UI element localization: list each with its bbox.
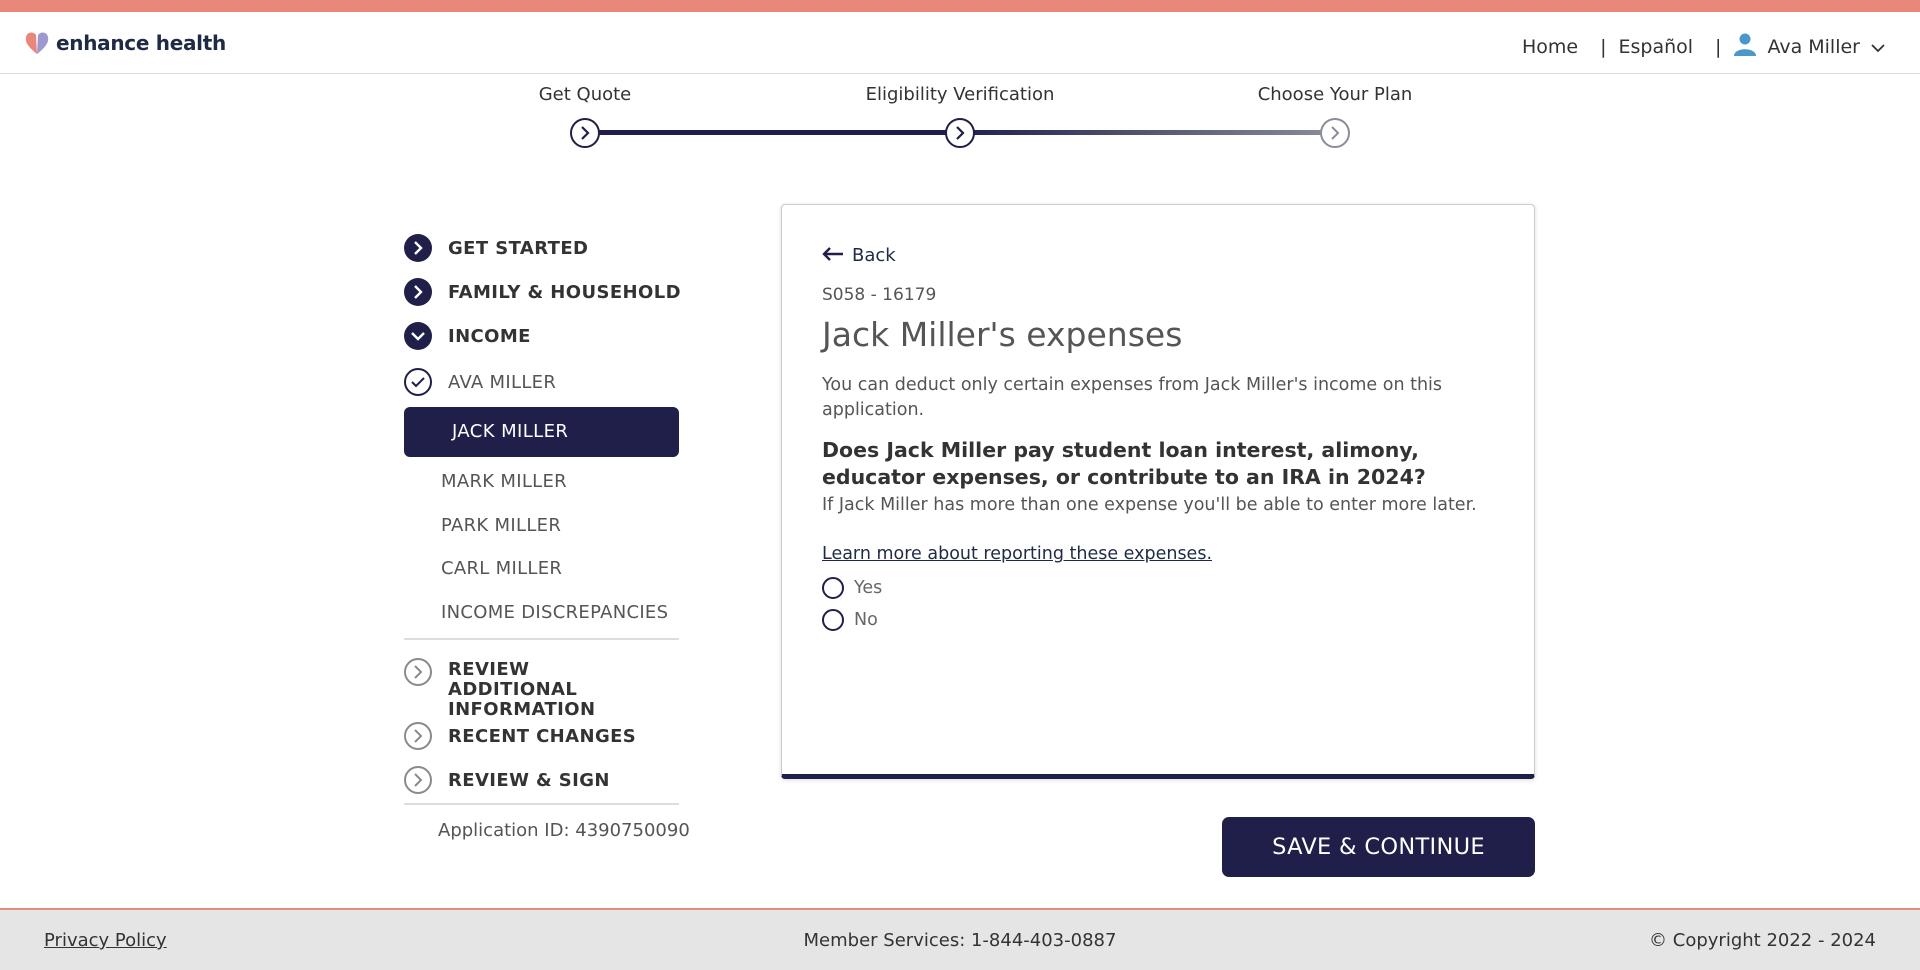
page-title: Jack Miller's expenses xyxy=(822,315,1183,354)
brand-name: enhance health xyxy=(56,31,226,55)
application-id: Application ID: 4390750090 xyxy=(438,820,690,841)
step-circle-eligibility[interactable] xyxy=(945,118,975,148)
chevron-down-icon xyxy=(404,322,432,350)
sidebar-item-label: REVIEW & SIGN xyxy=(448,769,610,791)
step-circle-get-quote[interactable] xyxy=(570,118,600,148)
heart-logo-icon xyxy=(24,30,52,56)
save-continue-button[interactable]: SAVE & CONTINUE xyxy=(1222,817,1535,877)
chevron-right-icon xyxy=(404,722,432,750)
step-label-eligibility: Eligibility Verification xyxy=(865,84,1055,105)
chevron-right-icon xyxy=(1331,126,1340,140)
chevron-right-icon xyxy=(581,126,590,140)
radio-no[interactable]: No xyxy=(822,609,878,631)
site-header: enhance health Home | Español | Ava Mill… xyxy=(0,12,1920,74)
nav-separator: | xyxy=(1600,35,1607,58)
radio-yes-label: Yes xyxy=(854,578,883,598)
sidebar-item-get-started[interactable]: GET STARTED xyxy=(404,234,588,262)
arrow-left-icon xyxy=(822,245,844,266)
hint-text: If Jack Miller has more than one expense… xyxy=(822,495,1477,515)
sidebar-item-label: AVA MILLER xyxy=(448,371,557,393)
top-accent-bar xyxy=(0,0,1920,12)
sidebar-item-label: GET STARTED xyxy=(448,237,589,259)
step-circle-choose-plan[interactable] xyxy=(1320,118,1350,148)
nav-separator: | xyxy=(1715,35,1722,58)
brand-logo[interactable]: enhance health xyxy=(24,30,226,56)
progress-stepper: Get Quote Eligibility Verification Choos… xyxy=(538,82,1420,152)
chevron-right-icon xyxy=(404,766,432,794)
sidebar-item-review-sign[interactable]: REVIEW & SIGN xyxy=(404,766,610,794)
user-avatar-icon xyxy=(1733,32,1757,61)
description-text: You can deduct only certain expenses fro… xyxy=(822,375,1443,420)
back-link[interactable]: Back xyxy=(822,245,896,266)
member-services: Member Services: 1-844-403-0887 xyxy=(803,930,1117,951)
sidebar-item-label: INCOME xyxy=(448,325,531,347)
sidebar-item-label: FAMILY & HOUSEHOLD xyxy=(448,281,681,303)
header-nav: Home | Español | Ava Miller xyxy=(1522,32,1886,61)
progress-line-complete xyxy=(585,130,960,135)
copyright-text: © Copyright 2022 - 2024 xyxy=(1649,930,1876,951)
nav-home-link[interactable]: Home xyxy=(1522,36,1578,58)
sidebar-item-jack-miller[interactable]: JACK MILLER xyxy=(404,407,679,457)
radio-yes[interactable]: Yes xyxy=(822,577,882,599)
sidebar-item-ava-miller[interactable]: AVA MILLER xyxy=(404,368,556,396)
sidebar-item-park-miller[interactable]: PARK MILLER xyxy=(441,515,561,536)
chevron-right-icon xyxy=(404,234,432,262)
step-label-get-quote: Get Quote xyxy=(538,84,632,105)
sidebar-item-recent-changes[interactable]: RECENT CHANGES xyxy=(404,722,636,750)
chevron-right-icon xyxy=(956,126,965,140)
chevron-right-icon xyxy=(404,658,432,686)
sidebar-item-mark-miller[interactable]: MARK MILLER xyxy=(441,471,567,492)
user-name: Ava Miller xyxy=(1767,35,1860,58)
nav-language-link[interactable]: Español xyxy=(1618,36,1693,58)
expenses-card: Back S058 - 16179 Jack Miller's expenses… xyxy=(781,204,1535,779)
sidebar-item-label: REVIEW ADDITIONAL INFORMATION xyxy=(448,659,596,720)
radio-circle[interactable] xyxy=(822,577,844,599)
progress-line-upcoming xyxy=(960,130,1335,135)
sidebar-divider xyxy=(404,803,679,805)
radio-no-label: No xyxy=(854,610,878,630)
sidebar-item-income[interactable]: INCOME xyxy=(404,322,531,350)
sidebar-item-income-discrepancies[interactable]: INCOME DISCREPANCIES xyxy=(441,602,668,623)
back-label: Back xyxy=(852,245,896,266)
checkmark-icon xyxy=(404,368,432,396)
question-text: Does Jack Miller pay student loan intere… xyxy=(822,438,1426,489)
step-label-choose-plan: Choose Your Plan xyxy=(1257,84,1413,105)
sidebar-item-carl-miller[interactable]: CARL MILLER xyxy=(441,558,562,579)
site-footer: Privacy Policy Member Services: 1-844-40… xyxy=(0,908,1920,970)
learn-more-link[interactable]: Learn more about reporting these expense… xyxy=(822,544,1212,564)
sidebar-item-review-additional[interactable]: REVIEW ADDITIONAL INFORMATION xyxy=(404,658,663,720)
chevron-down-icon xyxy=(1870,36,1886,58)
reference-code: S058 - 16179 xyxy=(822,285,937,305)
user-menu[interactable]: Ava Miller xyxy=(1733,32,1886,61)
sidebar-divider xyxy=(404,638,679,640)
radio-circle[interactable] xyxy=(822,609,844,631)
sidebar-item-label: RECENT CHANGES xyxy=(448,725,637,747)
sidebar-item-family-household[interactable]: FAMILY & HOUSEHOLD xyxy=(404,278,681,306)
chevron-right-icon xyxy=(404,278,432,306)
